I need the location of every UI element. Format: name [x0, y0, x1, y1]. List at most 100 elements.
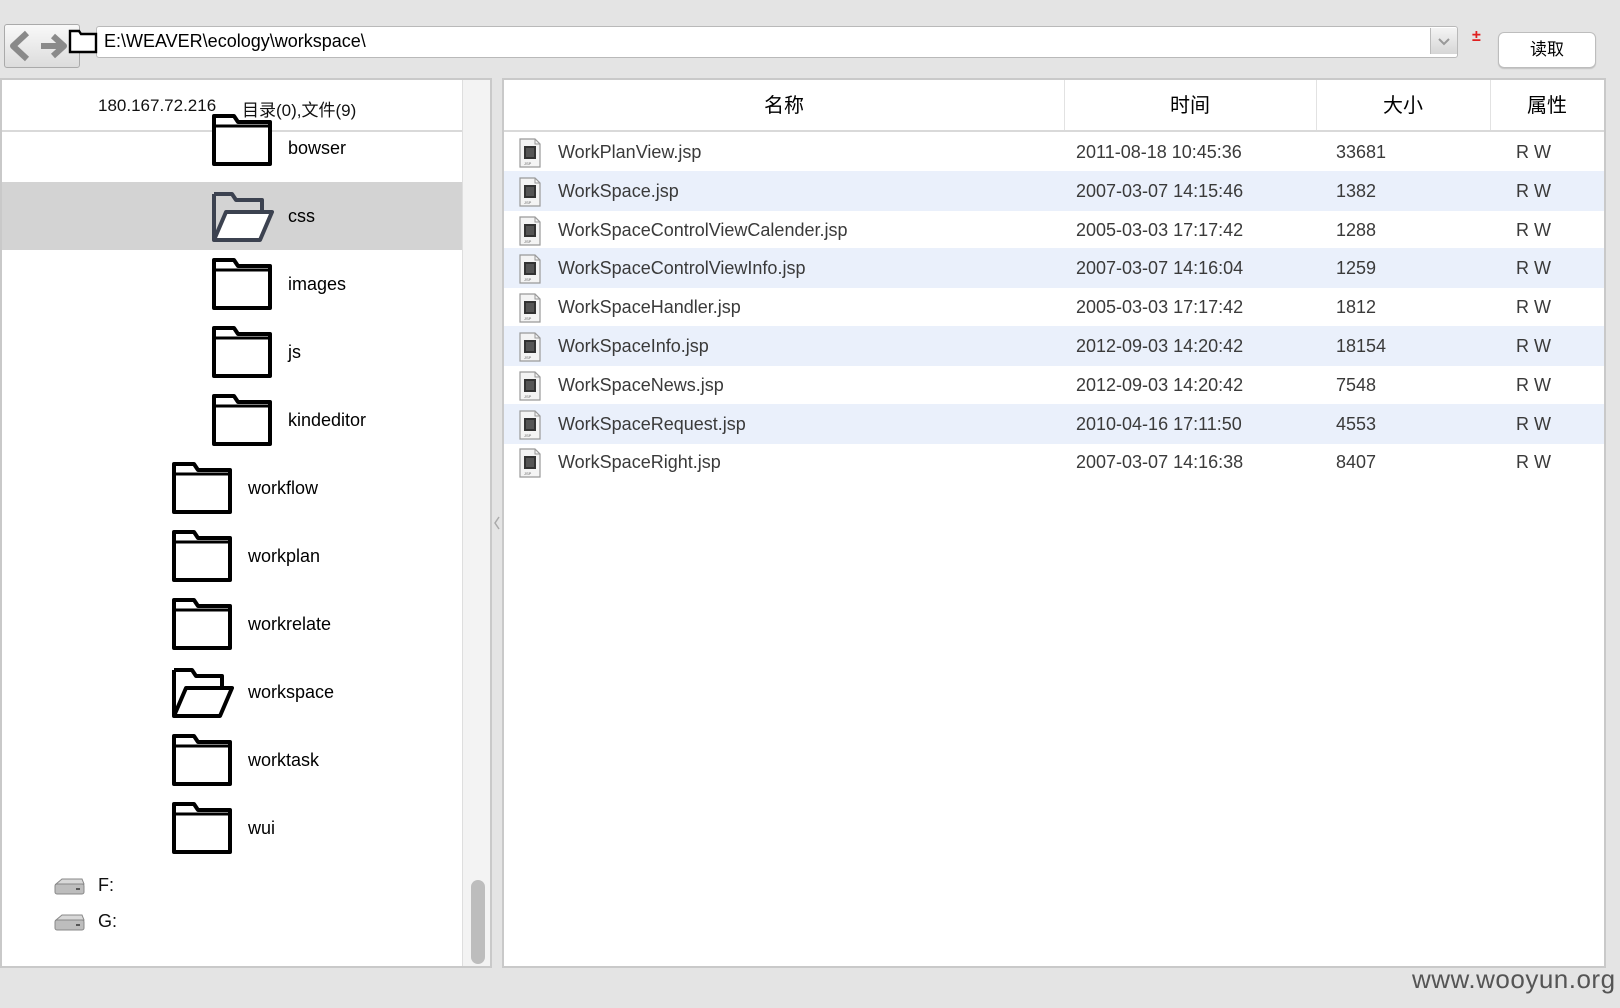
file-attr: R W	[1516, 336, 1551, 356]
tree-item-js[interactable]: js	[2, 318, 462, 386]
file-size: 18154	[1336, 336, 1387, 356]
tree-item-css[interactable]: css	[2, 182, 462, 250]
forward-button[interactable]	[39, 29, 69, 63]
arrow-right-icon	[41, 33, 67, 59]
table-row[interactable]: JSP WorkSpace.jsp 2007-03-07 14:15:46 1382 R…	[504, 170, 1604, 211]
svg-text:JSP: JSP	[524, 471, 532, 476]
file-attr: R W	[1516, 374, 1551, 395]
svg-text:JSP: JSP	[524, 394, 532, 399]
table-row[interactable]: JSP WorkSpaceControlViewInfo.jsp 2007-03-0…	[504, 248, 1604, 289]
file-attr: R W	[1516, 258, 1551, 279]
file-time: 2012-09-03 14:20:42	[1076, 374, 1244, 395]
tree-item-wui[interactable]: wui	[2, 794, 462, 862]
jsp-file-icon: JSP	[518, 448, 542, 478]
drive-item-f[interactable]: F:	[2, 870, 462, 904]
file-name[interactable]: WorkPlanView.jsp	[558, 142, 701, 163]
chevron-down-icon	[1438, 38, 1450, 46]
tree-item-workplan[interactable]: workplan	[2, 522, 462, 590]
tree-item-workspace[interactable]: workspace	[2, 658, 462, 726]
file-attr: R W	[1516, 180, 1551, 201]
tree-scrollbar[interactable]	[462, 80, 490, 966]
table-row[interactable]: JSP WorkSpaceHandler.jsp 2005-03-03 17:17:…	[504, 287, 1604, 327]
file-attr: R W	[1516, 297, 1551, 318]
folder-icon	[68, 26, 98, 54]
folder-icon	[170, 596, 234, 652]
path-input[interactable]	[104, 28, 1422, 54]
tree-item-label: worktask	[248, 750, 320, 770]
table-row[interactable]: JSP WorkSpaceRight.jsp 2007-03-07 14:16:38…	[504, 442, 1604, 482]
column-header-attr[interactable]: 属性	[1490, 80, 1604, 130]
tree-item-workrelate[interactable]: workrelate	[2, 590, 462, 658]
file-name[interactable]: WorkSpaceControlViewInfo.jsp	[558, 258, 805, 279]
folder-icon	[210, 392, 274, 448]
jsp-file-icon: JSP	[518, 293, 542, 323]
folder-icon	[170, 800, 234, 856]
file-time: 2007-03-07 14:16:04	[1076, 258, 1244, 279]
drive-label: F:	[98, 875, 114, 895]
arrow-left-icon	[10, 30, 30, 62]
path-dropdown-button[interactable]	[1430, 28, 1457, 54]
file-name[interactable]: WorkSpaceControlViewCalender.jsp	[558, 220, 848, 241]
hard-drive-icon	[52, 912, 86, 934]
plus-minus-toggle[interactable]: ±	[1472, 28, 1481, 46]
file-attr: R W	[1516, 219, 1551, 240]
file-name[interactable]: WorkSpaceInfo.jsp	[558, 336, 709, 357]
jsp-file-icon: JSP	[518, 371, 542, 401]
column-header-time[interactable]: 时间	[1064, 80, 1317, 130]
folder-icon	[170, 732, 234, 788]
folder-icon	[210, 324, 274, 380]
column-header-name[interactable]: 名称	[504, 80, 1065, 130]
toolbar: ± 读取	[0, 0, 1620, 74]
read-button[interactable]: 读取	[1498, 32, 1596, 68]
file-size: 8407	[1336, 452, 1377, 473]
tree-item-label: images	[288, 274, 347, 294]
file-attr: R W	[1516, 142, 1551, 162]
jsp-file-icon: JSP	[518, 409, 542, 440]
file-name[interactable]: WorkSpace.jsp	[558, 181, 679, 202]
scrollbar-thumb[interactable]	[471, 880, 485, 964]
file-attr: R W	[1516, 413, 1551, 434]
file-size: 33681	[1336, 142, 1387, 162]
folder-tree: bowser css images js kindeditor workflow…	[2, 114, 462, 966]
table-row[interactable]: JSP WorkSpaceInfo.jsp 2012-09-03 14:20:42 1…	[504, 326, 1604, 366]
file-name[interactable]: WorkSpaceRight.jsp	[558, 452, 721, 473]
column-header-size[interactable]: 大小	[1316, 80, 1491, 130]
folder-icon	[170, 528, 234, 584]
table-row[interactable]: JSP WorkSpaceNews.jsp 2012-09-03 14:20:42 7…	[504, 365, 1604, 405]
file-name[interactable]: WorkSpaceNews.jsp	[558, 375, 724, 396]
watermark: www.wooyun.org	[1412, 964, 1616, 994]
file-attr: R W	[1516, 452, 1551, 473]
svg-text:JSP: JSP	[524, 200, 532, 205]
file-name[interactable]: WorkSpaceRequest.jsp	[558, 414, 746, 435]
file-name[interactable]: WorkSpaceHandler.jsp	[558, 297, 741, 318]
drive-item-g[interactable]: G:	[2, 906, 462, 940]
table-row[interactable]: JSP WorkSpaceControlViewCalender.jsp 2005-…	[504, 210, 1604, 250]
hard-drive-icon	[52, 876, 86, 898]
file-size: 4553	[1336, 413, 1377, 434]
tree-item-label: wui	[248, 818, 276, 838]
host-address: 180.167.72.216	[98, 96, 217, 115]
jsp-file-icon: JSP	[518, 138, 542, 168]
tree-item-worktask[interactable]: worktask	[2, 726, 462, 794]
file-time: 2007-03-07 14:16:38	[1076, 452, 1244, 473]
splitter-grip-icon[interactable]	[492, 514, 502, 532]
tree-item-label: workspace	[248, 682, 335, 702]
folder-icon	[170, 460, 234, 516]
file-time: 2012-09-03 14:20:42	[1076, 336, 1244, 356]
tree-item-label: workflow	[248, 478, 319, 498]
table-row[interactable]: JSP WorkSpaceRequest.jsp 2010-04-16 17:11:…	[504, 403, 1604, 444]
table-row[interactable]: JSP WorkPlanView.jsp 2011-08-18 10:45:36 33…	[504, 132, 1604, 172]
tree-item-label: kindeditor	[288, 410, 367, 430]
file-size: 1382	[1336, 180, 1377, 201]
tree-item-images[interactable]: images	[2, 250, 462, 318]
back-button[interactable]	[7, 29, 37, 63]
tree-item-label: css	[288, 206, 315, 226]
file-size: 1288	[1336, 219, 1377, 240]
folder-icon	[210, 256, 274, 312]
tree-item-kindeditor[interactable]: kindeditor	[2, 386, 462, 454]
folder-icon	[210, 112, 274, 168]
file-time: 2005-03-03 17:17:42	[1076, 297, 1244, 318]
tree-item-workflow[interactable]: workflow	[2, 454, 462, 522]
file-size: 1812	[1336, 297, 1377, 318]
svg-text:JSP: JSP	[524, 355, 532, 360]
